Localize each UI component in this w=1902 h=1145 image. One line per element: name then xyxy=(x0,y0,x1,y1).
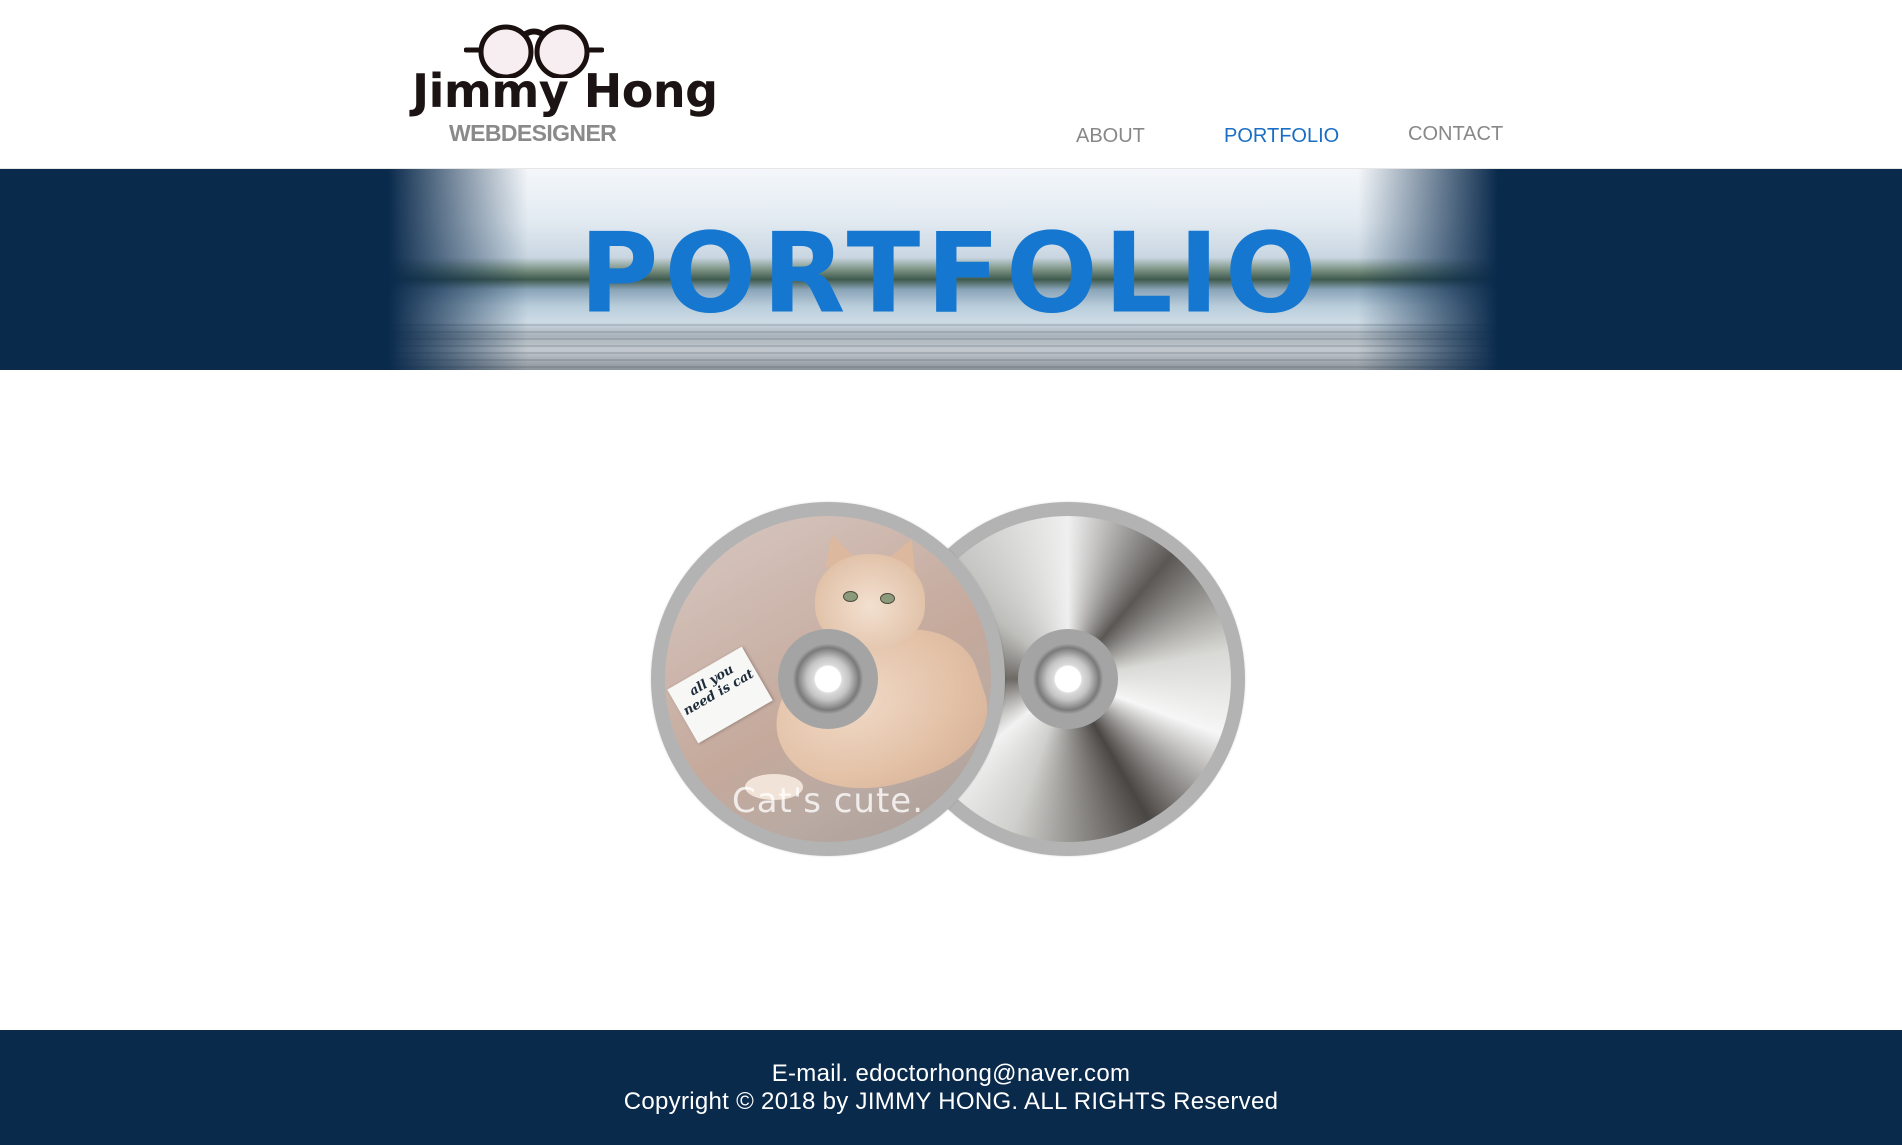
site-footer: E-mail. edoctorhong@naver.com Copyright … xyxy=(0,1030,1902,1145)
footer-email: E-mail. edoctorhong@naver.com xyxy=(771,1060,1131,1087)
disc-hub xyxy=(1018,629,1118,729)
main-nav: ABOUT PORTFOLIO CONTACT xyxy=(0,122,1902,152)
portfolio-section: all you need is cat Cat's cute. xyxy=(0,370,1902,1030)
portfolio-disc-cat[interactable]: all you need is cat Cat's cute. xyxy=(651,502,1005,856)
disc-caption: Cat's cute. xyxy=(731,781,925,821)
nav-item-about[interactable]: ABOUT xyxy=(1076,124,1145,148)
page: Jimmy Hong WEBDESIGNER ABOUT PORTFOLIO C… xyxy=(0,0,1902,1145)
site-header: Jimmy Hong WEBDESIGNER ABOUT PORTFOLIO C… xyxy=(0,0,1902,169)
disc-hub xyxy=(778,629,878,729)
banner-title: PORTFOLIO xyxy=(579,210,1323,339)
nav-item-contact[interactable]: CONTACT xyxy=(1408,122,1503,146)
logo-name: Jimmy Hong xyxy=(412,64,718,118)
hero-banner: PORTFOLIO xyxy=(0,169,1902,370)
footer-copyright: Copyright © 2018 by JIMMY HONG. ALL RIGH… xyxy=(623,1088,1279,1115)
cat-note-card: all you need is cat xyxy=(667,646,773,744)
nav-item-portfolio[interactable]: PORTFOLIO xyxy=(1224,124,1339,148)
